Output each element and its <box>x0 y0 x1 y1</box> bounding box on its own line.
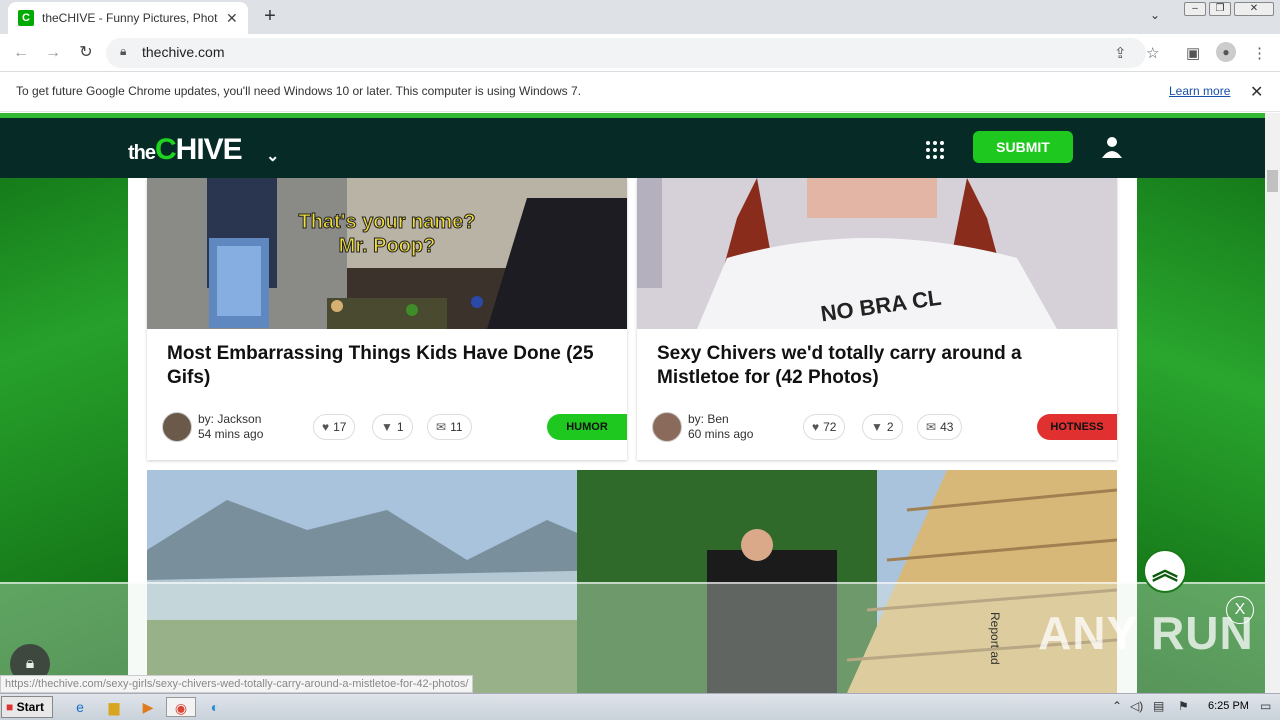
close-window-button[interactable]: ✕ <box>1234 2 1274 16</box>
anyrun-watermark: ANY RUN <box>1038 607 1254 659</box>
dislike-button[interactable]: ▼ 2 <box>862 414 903 440</box>
lock-icon[interactable]: 🔒︎ <box>120 44 126 59</box>
comments-button[interactable]: ✉ 11 <box>427 414 472 440</box>
like-count: 72 <box>823 420 837 434</box>
new-tab-button[interactable]: + <box>258 4 282 28</box>
dislike-count: 2 <box>886 420 894 434</box>
heart-icon: ♥ <box>322 420 330 434</box>
restore-button[interactable]: ❐ <box>1209 2 1231 16</box>
tab-search-chevron-icon[interactable]: ⌄ <box>1150 8 1160 22</box>
post-time: 60 mins ago <box>688 427 754 441</box>
forward-arrow-icon[interactable]: → <box>42 42 64 64</box>
start-button[interactable]: ■ Start <box>1 696 53 718</box>
media-player-icon[interactable]: ▶ <box>136 697 160 717</box>
page-scrollbar[interactable] <box>1265 113 1280 693</box>
article-title[interactable]: Sexy Chivers we'd totally carry around a… <box>657 342 1097 390</box>
windows-logo-icon: ■ <box>6 700 14 714</box>
comment-icon: ✉ <box>926 420 937 434</box>
article-card[interactable]: That's your name? Mr. Poop? Most Embarra… <box>147 178 627 460</box>
author-byline: by: Ben 60 mins ago <box>688 412 753 442</box>
profile-avatar-icon[interactable]: ● <box>1216 42 1236 62</box>
like-button[interactable]: ♥ 17 <box>313 414 356 440</box>
logo-dropdown-chevron-icon[interactable]: ⌄ <box>266 146 279 166</box>
category-tag[interactable]: HUMOR <box>547 414 627 440</box>
network-icon[interactable]: ▤ <box>1153 699 1164 713</box>
thumbs-down-icon: ▼ <box>871 420 883 434</box>
menu-kebab-icon[interactable]: ⋮ <box>1252 44 1267 62</box>
user-account-icon[interactable] <box>1100 135 1124 159</box>
like-count: 17 <box>333 420 347 434</box>
image-caption-line2: Mr. Poop? <box>339 235 436 257</box>
tab-close-icon[interactable]: ✕ <box>226 10 238 27</box>
comment-count: 43 <box>940 420 954 434</box>
author-byline: by: Jackson 54 mins ago <box>198 412 263 442</box>
side-panel-icon[interactable]: ▣ <box>1186 44 1200 62</box>
browser-tab[interactable]: C theCHIVE - Funny Pictures, Photos, Mem… <box>8 2 248 34</box>
author-name[interactable]: by: Ben <box>688 412 753 427</box>
tab-title: theCHIVE - Funny Pictures, Photos, Memes… <box>42 11 218 25</box>
dislike-count: 1 <box>396 420 404 434</box>
article-image[interactable]: NO BRA CL <box>637 178 1117 329</box>
infobar-message: To get future Google Chrome updates, you… <box>16 84 582 98</box>
taskbar-clock[interactable]: 6:25 PM <box>1208 700 1249 712</box>
site-logo[interactable]: theCHIVE <box>128 133 243 167</box>
submit-button[interactable]: SUBMIT <box>973 131 1073 163</box>
internet-explorer-icon[interactable]: e <box>68 697 92 717</box>
learn-more-link[interactable]: Learn more <box>1169 84 1230 98</box>
apps-grid-icon[interactable] <box>925 140 947 160</box>
article-title[interactable]: Most Embarrassing Things Kids Have Done … <box>167 342 607 390</box>
minimize-button[interactable]: – <box>1184 2 1206 16</box>
volume-icon[interactable]: ◁) <box>1130 699 1143 713</box>
chrome-taskbar-icon[interactable]: ◉ <box>166 697 196 717</box>
author-avatar[interactable] <box>652 412 682 442</box>
category-tag[interactable]: HOTNESS <box>1037 414 1117 440</box>
article-card[interactable]: NO BRA CL Sexy Chivers we'd totally carr… <box>637 178 1117 460</box>
action-center-flag-icon[interactable]: ⚑ <box>1178 699 1189 713</box>
file-explorer-icon[interactable]: ▆ <box>102 697 126 717</box>
comment-count: 11 <box>450 420 463 434</box>
heart-icon: ♥ <box>812 420 820 434</box>
article-image[interactable]: That's your name? Mr. Poop? <box>147 178 627 329</box>
show-desktop-icon[interactable]: ▭ <box>1260 699 1271 713</box>
scroll-to-top-button[interactable]: ︽ <box>1143 549 1187 593</box>
reload-icon[interactable]: ↻ <box>75 42 97 64</box>
thumbs-down-icon: ▼ <box>381 420 393 434</box>
share-icon[interactable]: ⇪ <box>1114 44 1127 62</box>
back-arrow-icon[interactable]: ← <box>10 42 32 64</box>
url-text[interactable]: thechive.com <box>142 44 224 60</box>
tray-arrow-icon[interactable]: ⌃ <box>1112 699 1122 713</box>
image-caption-line1: That's your name? <box>298 211 475 233</box>
dislike-button[interactable]: ▼ 1 <box>372 414 413 440</box>
report-ad-link[interactable]: Report ad <box>988 612 1002 665</box>
author-avatar[interactable] <box>162 412 192 442</box>
infobar-close-icon[interactable]: ✕ <box>1250 82 1263 102</box>
edge-icon[interactable]: ◐ <box>203 697 227 717</box>
status-bar-url: https://thechive.com/sexy-girls/sexy-chi… <box>0 675 474 693</box>
like-button[interactable]: ♥ 72 <box>803 414 846 440</box>
post-time: 54 mins ago <box>198 427 264 441</box>
scrollbar-thumb[interactable] <box>1267 170 1278 192</box>
address-bar[interactable] <box>106 38 1146 68</box>
comments-button[interactable]: ✉ 43 <box>917 414 963 440</box>
bookmark-star-icon[interactable]: ☆ <box>1146 44 1159 62</box>
comment-icon: ✉ <box>436 420 447 434</box>
author-name[interactable]: by: Jackson <box>198 412 263 427</box>
chive-favicon-icon: C <box>18 10 34 26</box>
